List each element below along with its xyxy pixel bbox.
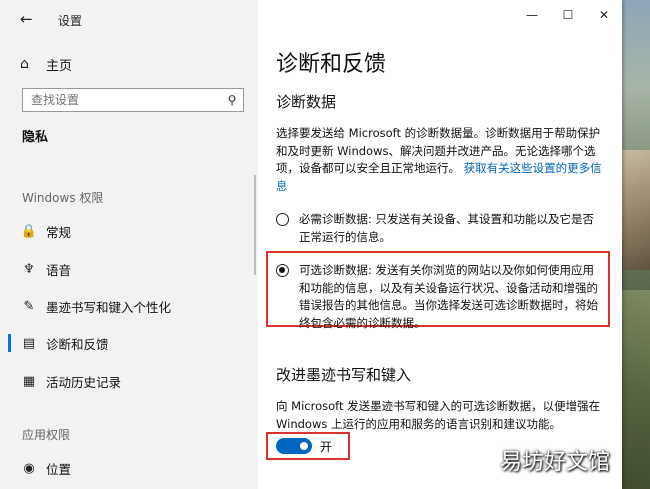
main-content: — ☐ ✕ 诊断和反馈 诊断数据 选择要发送给 Microsoft 的诊断数据量… [258,0,622,489]
app-title: 设置 [58,14,83,28]
option-required-diagnostic[interactable]: 必需诊断数据: 只发送有关设备、其设置和功能以及它是否正常运行的信息。 [276,211,606,246]
group-app-permissions: 应用权限 [22,428,71,442]
active-indicator [8,334,11,352]
sidebar-item-label: 位置 [46,461,72,477]
sidebar-item-label: 墨迹书写和键入个性化 [46,299,172,315]
back-arrow-icon[interactable]: ← [20,10,40,30]
sidebar: ← 设置 ⌂ 主页 ⚲ 隐私 Windows 权限 🔒 常规 ♆ 语音 ✎ 墨迹… [0,0,258,489]
sidebar-item-location[interactable]: ◉ 位置 [0,453,258,483]
toggle-knob [300,442,308,450]
lock-icon: 🔒 [20,223,38,239]
option-optional-diagnostic[interactable]: 可选诊断数据: 发送有关你浏览的网站以及你如何使用应用和功能的信息，以及有关设备… [276,262,606,332]
title-bar: ← 设置 [0,0,258,38]
search-icon[interactable]: ⚲ [221,93,243,107]
sidebar-item-label: 诊断和反馈 [46,336,109,352]
ink-icon: ✎ [23,298,35,314]
option-required-label: 必需诊断数据: 只发送有关设备、其设置和功能以及它是否正常运行的信息。 [299,212,595,244]
section-diagnostic-data: 诊断数据 [276,93,337,111]
desktop-rock [622,150,650,270]
section-title: 隐私 [22,130,49,145]
inking-toggle[interactable] [276,438,312,454]
toggle-label: 开 [320,440,333,454]
home-label: 主页 [46,58,73,74]
minimize-icon[interactable]: — [520,8,544,22]
sidebar-item-speech[interactable]: ♆ 语音 [0,254,258,284]
history-icon: ▦ [22,373,36,389]
diagnostics-icon: ▤ [22,335,36,351]
settings-window: ← 设置 ⌂ 主页 ⚲ 隐私 Windows 权限 🔒 常规 ♆ 语音 ✎ 墨迹… [0,0,622,489]
intro-text: 选择要发送给 Microsoft 的诊断数据量。诊断数据用于帮助保护和及时更新 … [276,125,606,195]
sidebar-item-label: 常规 [46,224,72,240]
page-title: 诊断和反馈 [276,52,387,77]
speech-icon: ♆ [23,261,35,277]
home-icon: ⌂ [20,56,29,72]
sidebar-item-label: 语音 [46,262,72,278]
section-improve-inking: 改进墨迹书写和键入 [276,366,412,384]
maximize-icon[interactable]: ☐ [556,8,580,22]
option-optional-label: 可选诊断数据: 发送有关你浏览的网站以及你如何使用应用和功能的信息，以及有关设备… [299,263,598,330]
sidebar-item-diagnostics[interactable]: ▤ 诊断和反馈 [0,328,258,358]
sidebar-item-label: 活动历史记录 [46,374,122,390]
sidebar-item-activity-history[interactable]: ▦ 活动历史记录 [0,366,258,396]
location-icon: ◉ [23,460,35,476]
sidebar-scrollbar[interactable] [254,175,256,275]
search-input[interactable] [23,89,221,111]
radio-required[interactable] [276,213,289,226]
search-box[interactable]: ⚲ [22,88,244,112]
desktop-foliage [622,290,650,489]
radio-optional[interactable] [276,264,289,277]
group-windows-permissions: Windows 权限 [22,191,104,205]
sidebar-item-home[interactable]: ⌂ 主页 [20,52,250,76]
sidebar-item-general[interactable]: 🔒 常规 [0,216,258,246]
sidebar-item-inking[interactable]: ✎ 墨迹书写和键入个性化 [0,291,258,321]
inking-description: 向 Microsoft 发送墨迹书写和键入的可选诊断数据，以便增强在 Windo… [276,399,601,431]
close-icon[interactable]: ✕ [592,8,616,22]
watermark: 易坊好文馆 [500,450,611,475]
